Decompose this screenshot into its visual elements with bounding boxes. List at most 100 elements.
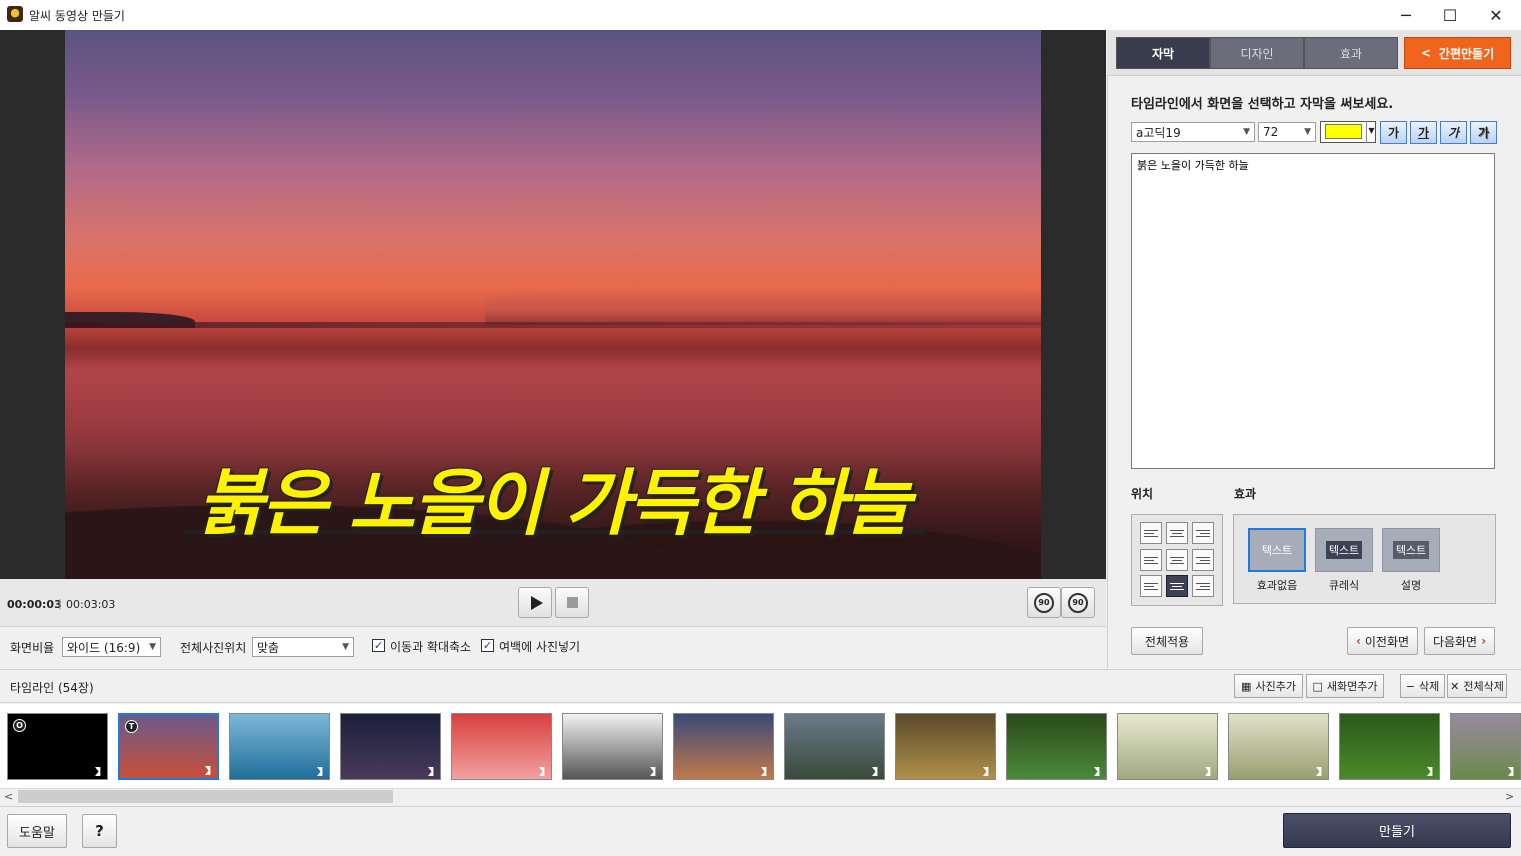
- rotate-right-button[interactable]: 90: [1061, 587, 1095, 618]
- position-top-left[interactable]: [1140, 522, 1162, 544]
- timeline-thumbnail[interactable]: [673, 713, 774, 780]
- timeline-thumbnail[interactable]: O: [7, 713, 108, 780]
- font-value: a고딕19: [1136, 125, 1181, 140]
- apply-all-button[interactable]: 전체적용: [1131, 627, 1203, 655]
- chevron-left-icon: <: [1420, 46, 1431, 60]
- transition-icon[interactable]: [1427, 767, 1433, 776]
- transition-icon[interactable]: [317, 767, 323, 776]
- aspect-ratio-select[interactable]: 와이드 (16:9) ▼: [62, 637, 161, 657]
- timeline-strip: OT: [0, 704, 1521, 788]
- add-photo-icon: ▦: [1241, 679, 1252, 693]
- timeline-thumbnail[interactable]: [451, 713, 552, 780]
- font-select[interactable]: a고딕19 ▼: [1131, 122, 1255, 142]
- scroll-right-button[interactable]: >: [1505, 790, 1514, 803]
- timeline-thumbnail[interactable]: [229, 713, 330, 780]
- transition-icon[interactable]: [428, 767, 434, 776]
- photo-position-value: 맞춤: [257, 640, 280, 655]
- transition-icon[interactable]: [872, 767, 878, 776]
- italic-button[interactable]: 가: [1440, 121, 1467, 144]
- question-button[interactable]: ?: [82, 814, 117, 848]
- timeline-thumbnail[interactable]: [1117, 713, 1218, 780]
- position-middle-right[interactable]: [1192, 549, 1214, 571]
- timeline-thumbnail[interactable]: [340, 713, 441, 780]
- quick-make-button[interactable]: < 간편만들기: [1404, 37, 1511, 69]
- prev-screen-button[interactable]: ‹ 이전화면: [1347, 627, 1418, 655]
- transition-icon[interactable]: [1316, 767, 1322, 776]
- transition-icon[interactable]: [761, 767, 767, 776]
- play-button[interactable]: [518, 587, 552, 618]
- timeline-thumbnail[interactable]: T: [118, 713, 219, 780]
- timeline-title: 타임라인 (54장): [10, 681, 94, 695]
- position-top-right[interactable]: [1192, 522, 1214, 544]
- next-screen-button[interactable]: 다음화면 ›: [1424, 627, 1495, 655]
- rotate-left-button[interactable]: 90: [1027, 587, 1061, 618]
- preview-image: 붉은 노을이 가득한 하늘: [65, 30, 1041, 579]
- transition-icon[interactable]: [95, 767, 101, 776]
- transition-icon[interactable]: [983, 767, 989, 776]
- chevron-left-icon: ‹: [1355, 634, 1361, 648]
- minus-icon: −: [1405, 679, 1415, 693]
- play-icon: [530, 595, 543, 610]
- transition-icon[interactable]: [205, 766, 211, 775]
- underline-button[interactable]: 가: [1410, 121, 1437, 144]
- transition-icon[interactable]: [1205, 767, 1211, 776]
- effect-none-option[interactable]: 텍스트: [1248, 528, 1306, 572]
- delete-button[interactable]: − 삭제: [1400, 674, 1445, 698]
- aspect-ratio-label: 화면비율: [10, 641, 55, 655]
- delete-label: 삭제: [1418, 680, 1440, 693]
- help-button[interactable]: 도움말: [7, 814, 67, 848]
- font-size-value: 72: [1263, 125, 1279, 139]
- close-button[interactable]: ✕: [1473, 0, 1519, 30]
- color-dropdown-icon[interactable]: ▼: [1366, 121, 1376, 143]
- position-bottom-center[interactable]: [1166, 575, 1188, 597]
- effect-label: 효과: [1234, 487, 1257, 501]
- shadow-button[interactable]: 가: [1470, 121, 1497, 144]
- delete-all-button[interactable]: ✕ 전체삭제: [1447, 674, 1507, 698]
- pan-zoom-checkbox[interactable]: ✓: [372, 639, 385, 652]
- effect-description-option[interactable]: 텍스트: [1382, 528, 1440, 572]
- timeline-thumbnail[interactable]: [1450, 713, 1521, 780]
- font-size-select[interactable]: 72 ▼: [1258, 122, 1316, 142]
- tab-subtitle[interactable]: 자막: [1116, 37, 1210, 69]
- timeline-thumbnail[interactable]: [1339, 713, 1440, 780]
- photo-position-select[interactable]: 맞춤 ▼: [252, 637, 354, 657]
- subtitle-text-input[interactable]: [1131, 153, 1495, 469]
- transition-icon[interactable]: [1094, 767, 1100, 776]
- bold-button[interactable]: 가: [1380, 121, 1407, 144]
- minimize-button[interactable]: ─: [1383, 0, 1429, 30]
- transition-icon[interactable]: [1508, 767, 1514, 776]
- timeline-thumbnail[interactable]: [784, 713, 885, 780]
- effect-description-preview: 텍스트: [1392, 541, 1430, 559]
- add-photo-button[interactable]: ▦ 사진추가: [1234, 674, 1303, 698]
- color-swatch[interactable]: [1325, 124, 1362, 139]
- fill-margin-checkbox[interactable]: ✓: [481, 639, 494, 652]
- preview-clouds: [485, 285, 1041, 325]
- timeline-thumbnail[interactable]: [562, 713, 663, 780]
- position-bottom-left[interactable]: [1140, 575, 1162, 597]
- scrollbar-thumb[interactable]: [18, 790, 393, 803]
- transition-icon[interactable]: [539, 767, 545, 776]
- app-logo-icon: [7, 6, 23, 22]
- time-separator: |: [58, 597, 62, 610]
- tab-design[interactable]: 디자인: [1210, 37, 1304, 69]
- position-top-center[interactable]: [1166, 522, 1188, 544]
- timeline-thumbnail[interactable]: [895, 713, 996, 780]
- preview-horizon: [65, 322, 1041, 328]
- scroll-left-button[interactable]: <: [4, 790, 13, 803]
- add-screen-label: 새화면추가: [1326, 680, 1378, 693]
- thumbnail-badge: O: [13, 719, 26, 732]
- position-middle-center[interactable]: [1166, 549, 1188, 571]
- timeline-thumbnail[interactable]: [1228, 713, 1329, 780]
- make-button[interactable]: 만들기: [1283, 813, 1511, 848]
- maximize-button[interactable]: ☐: [1427, 0, 1473, 30]
- stop-button[interactable]: [555, 587, 589, 618]
- add-screen-button[interactable]: □ 새화면추가: [1306, 674, 1384, 698]
- timeline-thumbnail[interactable]: [1006, 713, 1107, 780]
- position-middle-left[interactable]: [1140, 549, 1162, 571]
- transition-icon[interactable]: [650, 767, 656, 776]
- tab-effect[interactable]: 효과: [1304, 37, 1398, 69]
- chevron-down-icon: ▼: [149, 642, 156, 652]
- chevron-down-icon: ▼: [342, 642, 349, 652]
- position-bottom-right[interactable]: [1192, 575, 1214, 597]
- effect-bar-option[interactable]: 텍스트: [1315, 528, 1373, 572]
